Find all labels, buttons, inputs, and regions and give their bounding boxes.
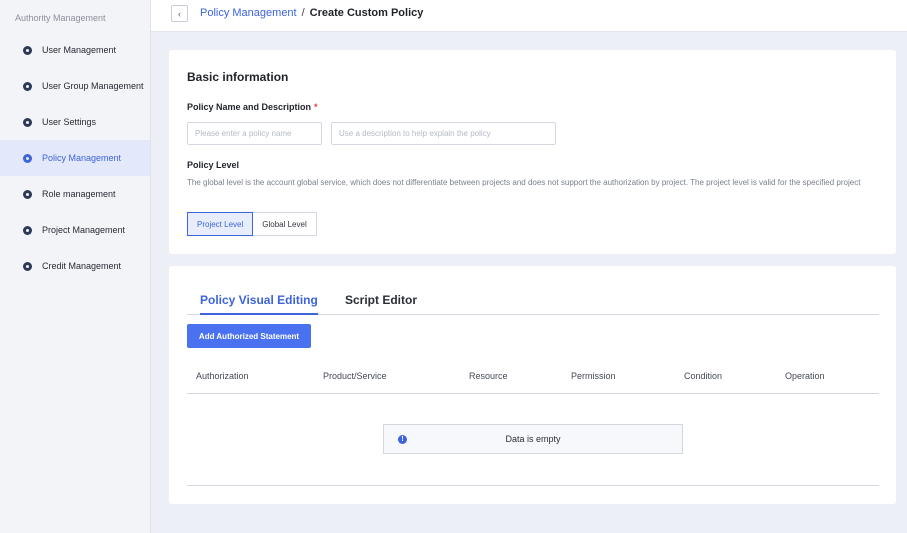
sidebar-item-label: Role management [42,189,116,199]
policy-description-input[interactable] [331,122,556,145]
column-header-permission: Permission [571,371,616,381]
basic-information-card: Basic information Policy Name and Descri… [169,50,896,254]
add-authorized-statement-button[interactable]: Add Authorized Statement [187,324,311,348]
editor-tabs: Policy Visual Editing Script Editor [187,290,879,315]
chevron-left-icon: ‹ [178,8,181,19]
tab-policy-visual-editing[interactable]: Policy Visual Editing [200,293,318,315]
page-title: Create Custom Policy [309,7,424,19]
policy-level-description: The global level is the account global s… [187,178,861,187]
policy-level-selector: Project Level Global Level [187,212,317,236]
statement-table-header: Authorization Product/Service Resource P… [187,364,879,394]
column-header-condition: Condition [684,371,723,381]
sidebar-item-project-management[interactable]: Project Management [0,212,150,248]
column-header-resource: Resource [469,371,508,381]
user-group-icon [23,81,32,91]
sidebar-item-policy-management[interactable]: Policy Management [0,140,150,176]
sidebar-item-label: Credit Management [42,261,122,271]
page-header: ‹ Policy Management / Create Custom Poli… [151,0,907,32]
policy-name-label-text: Policy Name and Description [187,102,312,112]
user-settings-icon [23,117,32,127]
column-header-product-service: Product/Service [323,371,387,381]
credit-management-icon [23,261,32,271]
column-header-operation: Operation [785,371,825,381]
policy-management-icon [23,153,32,163]
project-level-option[interactable]: Project Level [187,212,254,236]
policy-level-label: Policy Level [187,160,240,170]
required-mark: * [314,102,318,112]
empty-state-text: Data is empty [505,434,561,444]
project-management-icon [23,225,32,235]
section-title-basic-information: Basic information [187,70,289,84]
breadcrumb: Policy Management / Create Custom Policy [200,7,423,19]
sidebar-item-label: User Group Management [42,81,144,91]
breadcrumb-separator: / [301,7,305,19]
sidebar: Authority Management User Management Use… [0,0,151,533]
table-bottom-divider [187,485,879,486]
policy-name-input[interactable] [187,122,322,145]
sidebar-item-label: Project Management [42,225,126,235]
sidebar-item-user-settings[interactable]: User Settings [0,104,150,140]
user-management-icon [23,45,32,55]
sidebar-item-user-management[interactable]: User Management [0,32,150,68]
policy-editor-card: Policy Visual Editing Script Editor Add … [169,266,896,504]
sidebar-item-label: Policy Management [42,153,122,163]
sidebar-item-label: User Management [42,45,117,55]
global-level-option[interactable]: Global Level [253,212,317,236]
back-button[interactable]: ‹ [171,5,188,22]
policy-name-label: Policy Name and Description * [187,102,318,112]
sidebar-item-credit-management[interactable]: Credit Management [0,248,150,284]
empty-state: ! Data is empty [383,424,683,454]
sidebar-title: Authority Management [15,13,106,23]
role-management-icon [23,189,32,199]
sidebar-item-user-group-management[interactable]: User Group Management [0,68,150,104]
tab-script-editor[interactable]: Script Editor [345,293,417,315]
breadcrumb-link-policy-management[interactable]: Policy Management [200,7,297,19]
sidebar-item-role-management[interactable]: Role management [0,176,150,212]
column-header-authorization: Authorization [196,371,249,381]
sidebar-item-label: User Settings [42,117,97,127]
